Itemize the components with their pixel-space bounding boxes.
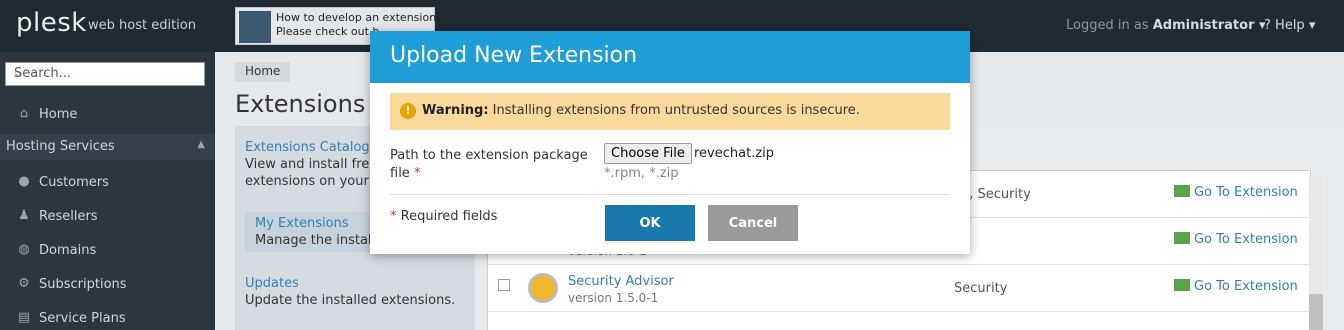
warning-label: Warning: <box>422 103 489 118</box>
user-icon: ● <box>18 174 30 189</box>
scrollbar-thumb[interactable] <box>1309 294 1323 330</box>
sidebar: Search... ⌕ ⌂ Home Hosting Services ▲ ● … <box>0 52 215 330</box>
go-icon <box>1174 185 1190 197</box>
logged-in-label: Logged in as <box>1066 18 1149 33</box>
sidebar-item-customers[interactable]: ● Customers <box>0 168 215 198</box>
sidebar-item-resellers[interactable]: ♟ Resellers <box>0 202 215 232</box>
required-mark: * <box>413 166 421 181</box>
lock-icon <box>528 273 558 303</box>
menu-item-desc: Update the installed extensions. <box>245 293 456 308</box>
required-mark: * <box>390 209 397 224</box>
logged-in-info: Logged in as Administrator ▾ <box>1066 18 1266 33</box>
edition-label: web host edition <box>88 18 196 33</box>
extension-category: Security <box>954 281 1008 296</box>
warning-icon: ! <box>400 103 416 119</box>
sidebar-item-label: Home <box>39 107 78 122</box>
sidebar-item-home[interactable]: ⌂ Home <box>0 100 215 130</box>
go-icon <box>1174 279 1190 291</box>
required-fields-note: * Required fields <box>390 209 497 224</box>
extension-name[interactable]: Security Advisor <box>568 274 674 289</box>
help-label: Help ▾ <box>1275 18 1316 33</box>
selected-file-name: revechat.zip <box>694 146 775 161</box>
dialog-header: Upload New Extension <box>370 31 970 83</box>
sidebar-group-hosting[interactable]: Hosting Services ▲ <box>0 134 215 160</box>
search-icon[interactable]: ⌕ <box>14 66 196 81</box>
scrollbar[interactable] <box>1309 176 1323 330</box>
plans-icon: ▤ <box>17 310 31 325</box>
help-menu[interactable]: ? Help ▾ <box>1264 18 1315 33</box>
divider <box>390 194 950 195</box>
menu-item-updates[interactable]: Updates Update the installed extensions. <box>245 276 470 308</box>
page-title: Extensions <box>235 90 366 118</box>
row-checkbox[interactable] <box>498 279 510 291</box>
sidebar-item-label: Resellers <box>39 209 98 224</box>
extension-version: version 1.5.0-1 <box>568 291 659 305</box>
sidebar-item-subscriptions[interactable]: ⚙ Subscriptions <box>0 270 215 300</box>
reseller-icon: ♟ <box>18 208 30 223</box>
gear-icon: ⚙ <box>18 276 30 291</box>
breadcrumb[interactable]: Home <box>235 62 291 82</box>
table-row[interactable]: Security Advisor version 1.5.0-1 Securit… <box>488 265 1312 312</box>
go-to-extension-link[interactable]: Go To Extension <box>1174 232 1298 247</box>
menu-item-title: Updates <box>245 276 299 291</box>
sidebar-item-domains[interactable]: ◍ Domains <box>0 236 215 266</box>
go-icon <box>1174 232 1190 244</box>
sidebar-item-label: Domains <box>39 243 97 258</box>
chevron-up-icon: ▲ <box>197 139 205 150</box>
sidebar-item-service-plans[interactable]: ▤ Service Plans <box>0 304 215 330</box>
cancel-button[interactable]: Cancel <box>708 205 798 241</box>
required-note-text: Required fields <box>400 209 498 224</box>
sidebar-item-label: Customers <box>39 175 109 190</box>
sidebar-item-label: Service Plans <box>39 311 126 326</box>
file-field-label: Path to the extension package file * <box>390 147 590 183</box>
home-icon: ⌂ <box>19 106 29 121</box>
search-input[interactable]: Search... ⌕ <box>5 62 205 86</box>
warning-text: Installing extensions from untrusted sou… <box>492 103 860 118</box>
user-menu[interactable]: Administrator ▾ <box>1153 18 1266 33</box>
go-label: Go To Extension <box>1194 279 1298 294</box>
go-label: Go To Extension <box>1194 232 1298 247</box>
dialog-title: Upload New Extension <box>390 43 638 68</box>
pencil-icon <box>239 11 271 43</box>
choose-file-button[interactable]: Choose File <box>604 143 692 164</box>
promo-line-1: How to develop an extension? <box>276 11 442 24</box>
sidebar-item-label: Subscriptions <box>39 277 127 292</box>
go-to-extension-link[interactable]: Go To Extension <box>1174 185 1298 200</box>
plesk-logo[interactable]: plesk <box>16 8 87 38</box>
ok-button[interactable]: OK <box>605 205 695 241</box>
question-icon: ? <box>1264 18 1271 33</box>
upload-extension-dialog: Upload New Extension ! Warning: Installi… <box>370 31 970 254</box>
file-type-hint: *.rpm, *.zip <box>604 166 679 181</box>
sidebar-group-label: Hosting Services <box>6 139 115 154</box>
warning-message: ! Warning: Installing extensions from un… <box>390 93 950 130</box>
go-label: Go To Extension <box>1194 185 1298 200</box>
globe-icon: ◍ <box>18 242 30 257</box>
go-to-extension-link[interactable]: Go To Extension <box>1174 279 1298 294</box>
